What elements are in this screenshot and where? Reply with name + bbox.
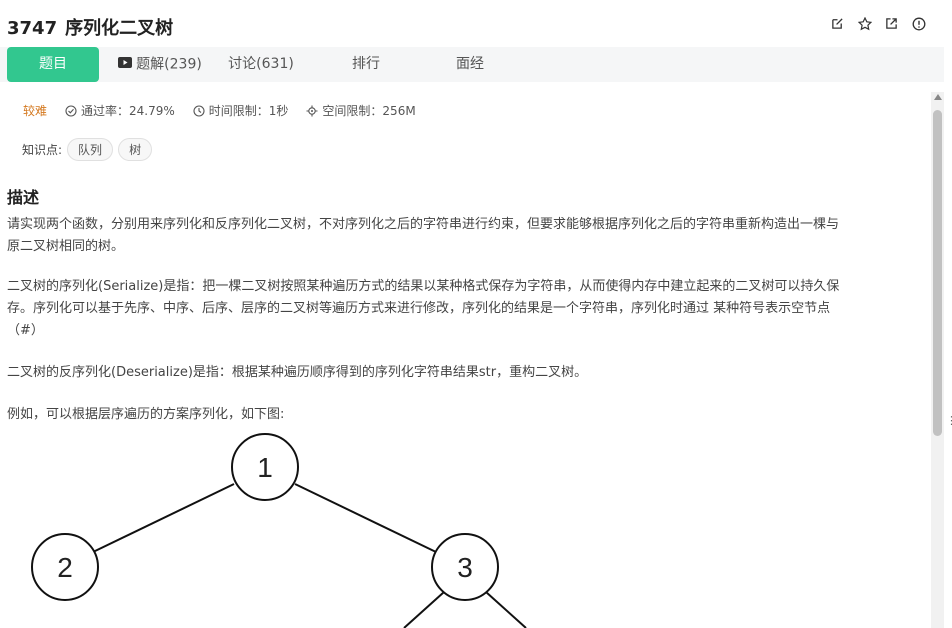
problem-number: 3747 <box>7 18 58 39</box>
problem-header: 3747 序列化二叉树 <box>0 0 952 47</box>
tree-node: 2 <box>31 533 99 601</box>
time-limit: 时间限制：1秒 <box>193 102 289 119</box>
tab-label: 排行 <box>352 56 380 72</box>
tree-node: 1 <box>231 433 299 501</box>
tab-label: 面经 <box>456 56 484 72</box>
knowledge-label: 知识点: <box>22 143 63 157</box>
tree-edge <box>403 591 445 628</box>
tag-tree[interactable]: 树 <box>118 138 153 161</box>
text-line: 原二叉树相同的树。 <box>7 239 125 254</box>
text-line: 二叉树的序列化(Serialize)是指：把一棵二叉树按照某种遍历方式的结果以某… <box>7 279 840 294</box>
scroll-thumb[interactable] <box>933 110 942 436</box>
problem-meta: 较难 通过率：24.79% 时间限制：1秒 空间限制：256M <box>23 102 434 119</box>
clock-icon <box>193 104 205 117</box>
tab-interview[interactable]: 面经 <box>430 47 510 82</box>
video-icon <box>118 47 133 82</box>
tab-discussion[interactable]: 讨论(631) <box>220 47 302 82</box>
memory-icon <box>306 105 318 116</box>
difficulty-badge: 较难 <box>23 104 48 118</box>
tag-queue[interactable]: 队列 <box>67 138 114 161</box>
problem-title: 序列化二叉树 <box>65 18 174 39</box>
description-heading: 描述 <box>7 188 40 207</box>
header-actions <box>830 16 926 31</box>
tab-problem[interactable]: 题目 <box>7 47 99 82</box>
node-label: 3 <box>457 552 473 583</box>
description-paragraph-2: 二叉树的序列化(Serialize)是指：把一棵二叉树按照某种遍历方式的结果以某… <box>7 276 922 342</box>
description-paragraph-4: 例如，可以根据层序遍历的方案序列化，如下图: <box>7 407 285 422</box>
description-paragraph-1: 请实现两个函数，分别用来序列化和反序列化二叉树，不对序列化之后的字符串进行约束，… <box>7 214 922 258</box>
space-limit: 空间限制：256M <box>306 102 416 119</box>
space-limit-text: 空间限制：256M <box>322 104 416 118</box>
external-link-icon[interactable] <box>884 16 899 31</box>
scroll-up-arrow-icon[interactable] <box>934 94 942 100</box>
star-icon[interactable] <box>857 16 872 31</box>
check-circle-icon <box>65 104 77 117</box>
resize-handle-icon[interactable]: ⋮ <box>946 414 952 427</box>
edit-icon[interactable] <box>830 16 845 31</box>
tab-ranking[interactable]: 排行 <box>326 47 406 82</box>
binary-tree-diagram: 1 2 3 <box>31 433 527 628</box>
tree-node: 3 <box>431 533 499 601</box>
problem-tabs: 题目 题解(239) 讨论(631) 排行 面经 <box>0 47 944 82</box>
tab-label: 题目 <box>39 56 67 72</box>
description-paragraph-3: 二叉树的反序列化(Deserialize)是指：根据某种遍历顺序得到的序列化字符… <box>7 365 588 380</box>
tab-label: 题解(239) <box>136 56 202 73</box>
node-label: 1 <box>257 452 273 483</box>
text-line: 请实现两个函数，分别用来序列化和反序列化二叉树，不对序列化之后的字符串进行约束，… <box>7 217 840 232</box>
knowledge-points: 知识点: 队列 树 <box>22 138 153 161</box>
time-limit-text: 时间限制：1秒 <box>208 104 289 118</box>
pass-rate: 通过率：24.79% <box>65 102 175 119</box>
text-line: 存。序列化可以基于先序、中序、后序、层序的二叉树等遍历方式来进行修改，序列化的结… <box>7 301 831 316</box>
tree-edge <box>92 483 235 553</box>
scrollbar[interactable] <box>931 92 944 628</box>
tree-edge <box>485 591 527 628</box>
text-line: （#） <box>7 323 44 338</box>
pass-rate-text: 通过率：24.79% <box>81 104 175 118</box>
tab-solutions[interactable]: 题解(239) <box>110 47 210 82</box>
node-label: 2 <box>57 552 73 583</box>
info-icon[interactable] <box>911 16 926 31</box>
page-title: 3747 序列化二叉树 <box>7 14 173 40</box>
tree-edge <box>294 483 437 553</box>
tab-label: 讨论(631) <box>228 56 294 72</box>
